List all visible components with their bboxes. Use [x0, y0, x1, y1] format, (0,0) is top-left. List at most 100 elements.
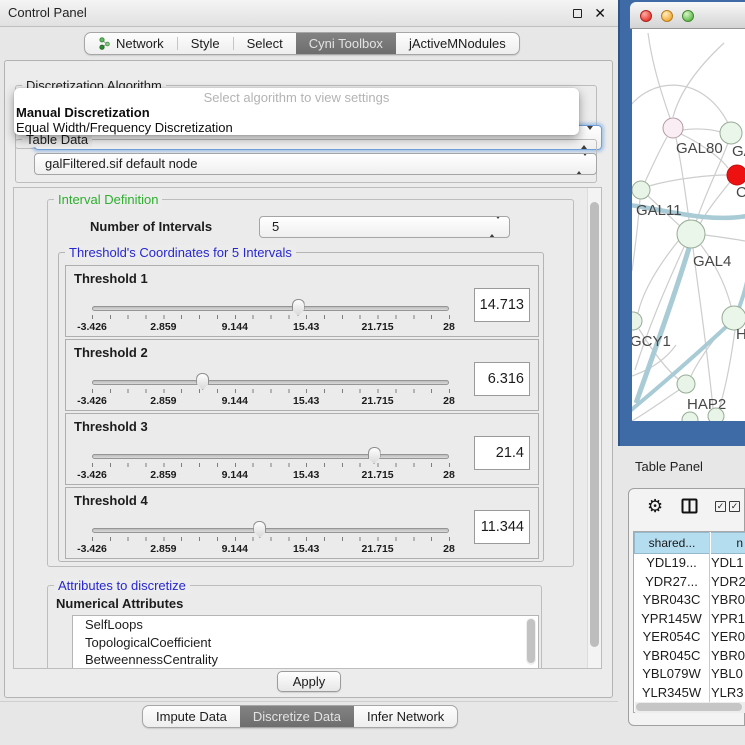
slider-track[interactable] — [92, 528, 449, 533]
tick-label: 15.43 — [293, 321, 319, 333]
network-edge[interactable] — [645, 137, 667, 182]
network-node[interactable] — [708, 408, 724, 421]
network-node[interactable] — [677, 375, 695, 393]
slider-thumb[interactable] — [292, 299, 305, 316]
column-header-name[interactable]: n — [711, 532, 745, 554]
minimize-traffic-light[interactable] — [661, 10, 673, 22]
network-node[interactable] — [677, 220, 705, 248]
network-node-label: GAL80 — [676, 140, 723, 157]
tick-label: 21.715 — [362, 395, 394, 407]
tick-label: -3.426 — [77, 543, 107, 555]
tick-label: 21.715 — [362, 543, 394, 555]
number-of-intervals-spinner[interactable]: 5 — [259, 216, 510, 238]
settings-vertical-scrollbar[interactable] — [587, 188, 601, 668]
threshold-value-field[interactable]: 21.4 — [474, 436, 530, 470]
dropdown-item-equal-width-frequency[interactable]: Equal Width/Frequency Discretization — [14, 120, 579, 135]
tab-discretize-data[interactable]: Discretize Data — [240, 706, 354, 727]
column-header-shared-name[interactable]: shared... — [634, 532, 710, 554]
table-row[interactable]: YPR145WYPR1 — [634, 610, 745, 629]
threshold-panel: Threshold 3-3.4262.8599.14415.4321.71528… — [65, 413, 539, 485]
cyni-toolbox-content: Discretization Algorithm Select algorith… — [4, 60, 613, 698]
tab-cyni-toolbox[interactable]: Cyni Toolbox — [296, 33, 396, 54]
tab-network[interactable]: Network — [85, 33, 177, 54]
interval-definition-group: Interval Definition Number of Intervals … — [47, 199, 574, 567]
slider-thumb[interactable] — [253, 521, 266, 538]
split-columns-icon[interactable] — [681, 498, 698, 514]
thresholds-group-title: Threshold's Coordinates for 5 Intervals — [65, 245, 296, 260]
threshold-panel: Threshold 4-3.4262.8599.14415.4321.71528… — [65, 487, 539, 559]
network-edge[interactable] — [635, 247, 684, 370]
threshold-label: Threshold 3 — [74, 419, 148, 434]
cell-name: YPR1 — [711, 610, 745, 629]
cell-name: YDR2 — [711, 573, 745, 592]
combo-stepper-icon — [576, 154, 588, 174]
tab-infer-network[interactable]: Infer Network — [354, 706, 457, 727]
attributes-group: Attributes to discretize Numerical Attri… — [47, 585, 542, 669]
network-node[interactable] — [682, 412, 698, 421]
attribute-item[interactable]: SelfLoops — [73, 616, 538, 634]
network-icon — [98, 37, 111, 50]
table-horizontal-scrollbar[interactable] — [635, 702, 745, 713]
network-node-label: GA — [732, 143, 745, 160]
table-row[interactable]: YER054CYER0 — [634, 628, 745, 647]
network-canvas[interactable]: GAL80GACGAL11GAL4GCY1HHAP2 — [632, 29, 745, 421]
tick-label: 9.144 — [222, 321, 248, 333]
slider-track[interactable] — [92, 454, 449, 459]
threshold-value-field[interactable]: 6.316 — [474, 362, 530, 396]
slider-thumb[interactable] — [196, 373, 209, 390]
table-row[interactable]: YDL19...YDL1 — [634, 554, 745, 573]
close-traffic-light[interactable] — [640, 10, 652, 22]
network-window-titlebar — [630, 2, 745, 29]
tab-style[interactable]: Style — [178, 33, 233, 54]
table-data-combobox[interactable]: galFiltered.sif default node — [34, 153, 597, 175]
network-node-label: GAL11 — [636, 202, 682, 219]
threshold-value-field[interactable]: 11.344 — [474, 510, 530, 544]
network-node[interactable] — [632, 312, 642, 330]
network-edge[interactable] — [649, 175, 727, 186]
list-scrollbar[interactable] — [526, 618, 536, 665]
tab-select[interactable]: Select — [234, 33, 296, 54]
dropdown-hint-item: Select algorithm to view settings — [14, 90, 579, 105]
tick-label: 9.144 — [222, 543, 248, 555]
slider-track[interactable] — [92, 306, 449, 311]
threshold-value-field[interactable]: 14.713 — [474, 288, 530, 322]
tab-jactivemnodules[interactable]: jActiveMNodules — [396, 33, 519, 54]
tab-jactivemnodules-label: jActiveMNodules — [409, 33, 506, 54]
slider-thumb[interactable] — [368, 447, 381, 464]
tick-label: 2.859 — [150, 543, 176, 555]
gear-icon[interactable]: ⚙ — [647, 495, 663, 517]
checkbox-checked-icon[interactable]: ✓ — [715, 501, 726, 512]
apply-button[interactable]: Apply — [277, 671, 341, 692]
network-edge[interactable] — [693, 248, 713, 408]
float-window-icon[interactable] — [573, 9, 582, 18]
checkbox-checked-icon[interactable]: ✓ — [729, 501, 740, 512]
zoom-traffic-light[interactable] — [682, 10, 694, 22]
table-row[interactable]: YDR27...YDR2 — [634, 573, 745, 592]
network-edge[interactable] — [682, 129, 721, 132]
network-edge[interactable] — [632, 85, 728, 123]
algorithm-dropdown-popup: Select algorithm to view settings Manual… — [14, 88, 579, 135]
slider-track[interactable] — [92, 380, 449, 385]
network-node[interactable] — [727, 165, 745, 185]
cell-shared-name: YER054C — [634, 628, 709, 647]
network-edge[interactable] — [648, 33, 670, 118]
network-edge[interactable] — [705, 235, 745, 241]
table-row[interactable]: YBR043CYBR0 — [634, 591, 745, 610]
close-icon[interactable]: ✕ — [594, 0, 606, 26]
network-node[interactable] — [720, 122, 742, 144]
scrollbar-thumb[interactable] — [590, 202, 599, 647]
tick-label: 28 — [443, 395, 455, 407]
network-node[interactable] — [632, 181, 650, 199]
attribute-item[interactable]: BetweennessCentrality — [73, 651, 538, 669]
network-edge[interactable] — [739, 277, 745, 308]
tick-label: 28 — [443, 321, 455, 333]
cell-shared-name: YBR045C — [634, 647, 709, 666]
table-row[interactable]: YBL079WYBL0 — [634, 665, 745, 684]
table-row[interactable]: YBR045CYBR0 — [634, 647, 745, 666]
tab-impute-data[interactable]: Impute Data — [143, 706, 240, 727]
table-row[interactable]: YLR345WYLR3 — [634, 684, 745, 703]
dropdown-item-manual-discretization[interactable]: Manual Discretization — [14, 105, 579, 120]
network-node[interactable] — [663, 118, 683, 138]
tick-label: 9.144 — [222, 469, 248, 481]
attribute-item[interactable]: TopologicalCoefficient — [73, 634, 538, 652]
